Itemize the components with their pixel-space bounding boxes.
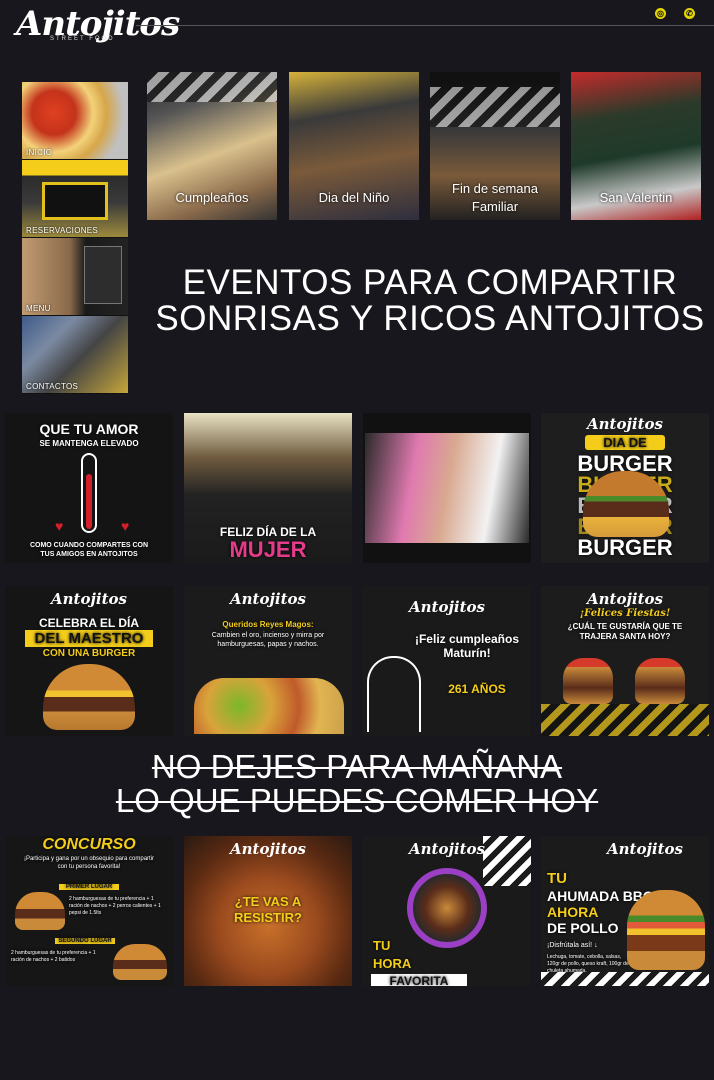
gift-burger-image: [635, 658, 685, 704]
promo-burger-word: BURGER: [577, 535, 673, 560]
heart-icon: ♥: [55, 518, 64, 534]
promo-tile-resistir[interactable]: Antojitos ¿TE VAS A RESISTIR?: [184, 836, 352, 986]
event-card-dia-del-nino[interactable]: Dia del Niño: [289, 72, 419, 220]
gift-burger-image: [563, 658, 613, 704]
event-caption: Fin de semana Familiar: [452, 181, 538, 214]
promo-tile-concurso[interactable]: CONCURSO ¡Participa y gana por un obsequ…: [5, 836, 173, 986]
promo-title: CONCURSO: [42, 836, 136, 853]
tile-brand: Antojitos: [587, 590, 663, 608]
promo-title: Queridos Reyes Magos:: [222, 620, 314, 629]
promo-title: QUE TU AMOR: [39, 421, 139, 437]
instagram-icon[interactable]: ◎: [655, 8, 666, 19]
nav-item-reservaciones[interactable]: RESERVACIONES: [22, 160, 128, 238]
side-nav: INICIO RESERVACIONES MENU CONTACTOS: [22, 82, 128, 394]
burger-image: [583, 471, 669, 537]
site-header: Antojitos STREET FOOD ◎ ✆: [0, 0, 714, 52]
event-caption: Cumpleaños: [175, 190, 249, 205]
burger-image: [43, 664, 135, 730]
tile-brand: Antojitos: [230, 840, 306, 858]
promo-tile-hora-favorita[interactable]: Antojitos TU HORA FAVORITA: [363, 836, 531, 986]
slogan-line: NO DEJES PARA MAÑANA: [151, 748, 563, 785]
event-caption: San Valentin: [599, 190, 673, 205]
event-card-fin-de-semana[interactable]: Fin de semana Familiar: [430, 72, 560, 220]
promo-line: HORA: [373, 956, 412, 971]
promo-line: CON UNA BURGER: [42, 648, 136, 659]
promo-intro: ¡Participa y gana por un obsequio para c…: [23, 856, 155, 870]
nachos-image: [194, 678, 344, 734]
tile-brand: Antojitos: [409, 598, 485, 616]
slogan-line: LO QUE PUEDES COMER HOY: [115, 782, 599, 819]
prize-detail: 2 hamburguesas de tu preferencia + 1 rac…: [69, 896, 161, 916]
promo-sub: ¡Disfrútala así! ↓: [547, 942, 598, 949]
church-icon: [367, 656, 421, 732]
promo-highlight: DEL MAESTRO: [25, 630, 153, 647]
promo-tile-ahumada-bbq[interactable]: Antojitos TU AHUMADA BBQ AHORA DE POLLO …: [541, 836, 709, 986]
thermometer-icon: [81, 453, 97, 533]
tile-brand: Antojitos: [607, 840, 683, 858]
events-headline: EVENTOS PARA COMPARTIR SONRISAS Y RICOS …: [155, 263, 705, 338]
prize-label: PRIMER LUGAR: [59, 884, 119, 890]
promo-title: ¡Feliz cumpleaños Maturín!: [414, 632, 520, 660]
promo-tile-reyes-magos[interactable]: Antojitos Queridos Reyes Magos: Cambien …: [184, 586, 352, 736]
alarm-clock-icon: [407, 868, 487, 948]
promo-tile-amor[interactable]: QUE TU AMOR SE MANTENGA ELEVADO ♥ ♥ COMO…: [5, 413, 173, 563]
promo-badge: DIA DE: [585, 435, 665, 450]
nav-label: INICIO: [26, 148, 53, 157]
promo-highlight: MUJER: [229, 537, 307, 562]
promo-subtitle: SE MANTENGA ELEVADO: [39, 439, 139, 448]
nav-item-menu[interactable]: MENU: [22, 238, 128, 316]
nav-item-inicio[interactable]: INICIO: [22, 82, 128, 160]
prize-detail: 2 hamburguesas de tu preferencia + 1 rac…: [11, 950, 96, 963]
burger-image: [15, 892, 65, 930]
logo-tagline: STREET FOOD: [50, 36, 115, 42]
promo-tile-dia-maestro[interactable]: Antojitos CELEBRA EL DÍA DEL MAESTRO CON…: [5, 586, 173, 736]
header-divider: [136, 25, 714, 26]
event-card-cumpleanos[interactable]: Cumpleaños: [147, 72, 277, 220]
tile-brand: Antojitos: [51, 590, 127, 608]
promo-line: RESISTIR?: [234, 910, 302, 925]
nav-label: RESERVACIONES: [26, 226, 99, 235]
promo-body: Cambien el oro, incienso y mirra por ham…: [211, 632, 325, 648]
promo-footnote: COMO CUANDO COMPARTES CON TUS AMIGOS EN …: [29, 542, 149, 558]
promo-tile-pareja[interactable]: [363, 413, 531, 563]
burger-image: [113, 944, 167, 980]
promo-line: TU: [373, 938, 391, 953]
nav-label: MENU: [26, 304, 51, 313]
promo-line: CELEBRA EL DÍA: [38, 616, 139, 630]
promo-question: ¿CUÁL TE GUSTARÍA QUE TE TRAJERA SANTA H…: [567, 622, 683, 641]
burger-image: [627, 890, 705, 970]
whatsapp-icon[interactable]: ✆: [684, 8, 695, 19]
promo-tile-felices-fiestas[interactable]: Antojitos ¡Felices Fiestas! ¿CUÁL TE GUS…: [541, 586, 709, 736]
event-caption: Dia del Niño: [318, 190, 390, 205]
promo-tile-dia-burger[interactable]: Antojitos DIA DE BURGER BURGER BURGER BU…: [541, 413, 709, 563]
promo-line: ¿TE VAS A: [234, 894, 302, 909]
promo-tile-maturin[interactable]: Antojitos ¡Feliz cumpleaños Maturín! 261…: [363, 586, 531, 736]
event-card-san-valentin[interactable]: San Valentin: [571, 72, 701, 220]
promo-line: TU: [547, 870, 567, 887]
prize-label: SEGUNDO LUGAR: [55, 938, 115, 944]
promo-line: FAVORITA: [371, 974, 467, 986]
nav-item-contactos[interactable]: CONTACTOS: [22, 316, 128, 394]
heart-icon: ♥: [121, 518, 130, 534]
promo-years: 261 AÑOS: [448, 682, 506, 696]
tile-brand: Antojitos: [409, 840, 485, 858]
promo-script: ¡Felices Fiestas!: [579, 608, 671, 619]
nav-label: CONTACTOS: [26, 382, 79, 391]
promo-tile-dia-mujer[interactable]: FELIZ DÍA DE LA MUJER: [184, 413, 352, 563]
tile-brand: Antojitos: [230, 590, 306, 608]
tile-brand: Antojitos: [587, 415, 663, 433]
